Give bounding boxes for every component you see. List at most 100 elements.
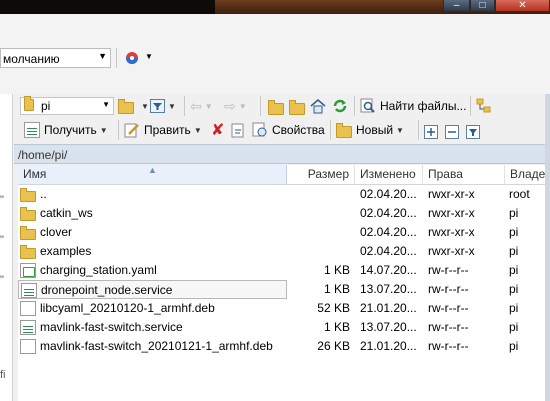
file-modified: 13.07.20... (360, 282, 417, 296)
toolbar-separator (354, 96, 355, 116)
file-rights: rw-r--r-- (428, 263, 469, 277)
column-header-size[interactable]: Размер (287, 165, 355, 184)
file-name: clover (40, 225, 73, 239)
close-button[interactable]: ✕ (495, 0, 550, 12)
chevron-down-icon: ▼ (99, 125, 108, 135)
home-directory-button[interactable] (310, 96, 326, 116)
file-size: 1 KB (323, 320, 350, 334)
file-row[interactable]: mavlink-fast-switch_20210121-1_armhf.deb… (18, 337, 550, 356)
file-row[interactable]: .. 02.04.20... rwxr-xr-x root (18, 185, 550, 204)
file-owner: pi (509, 282, 519, 296)
file-row[interactable]: libcyaml_20210120-1_armhf.deb 52 KB 21.01.… (18, 299, 550, 318)
minimize-button[interactable]: – (443, 0, 470, 12)
properties-button[interactable]: Свойства (252, 120, 325, 140)
chevron-down-icon: ▼ (396, 125, 404, 135)
remote-panel: pi ▼ ▼ ▼ ⇦ ▼ ⇨ ▼ Найти файлы... Получить… (14, 94, 550, 401)
column-header-rights[interactable]: Права (423, 165, 505, 184)
back-button[interactable]: ⇦ ▼ (190, 96, 213, 116)
remote-path-text: /home/pi/ (18, 148, 68, 162)
edit-button[interactable]: Править ▼ (124, 120, 202, 140)
rename-icon (231, 123, 244, 138)
file-name-cell: .. (18, 185, 287, 204)
tree-view-button[interactable] (476, 96, 492, 116)
home-icon (310, 99, 326, 114)
open-directory-button[interactable]: ▼ (118, 96, 149, 116)
column-header-modified[interactable]: Изменено (355, 165, 423, 184)
new-button[interactable]: Новый ▼ (336, 120, 404, 140)
file-row[interactable]: catkin_ws 02.04.20... rwxr-xr-x pi (18, 204, 550, 223)
file-size: 1 KB (323, 282, 350, 296)
filter-selection-button[interactable] (466, 122, 480, 142)
file-owner: pi (509, 320, 519, 334)
column-header-name[interactable]: ▲ Имя (18, 165, 287, 184)
file-row[interactable]: charging_station.yaml 1 KB 14.07.20... rw-r… (18, 261, 550, 280)
file-name-container: examples (20, 242, 91, 261)
file-modified: 02.04.20... (360, 244, 417, 258)
sort-ascending-icon: ▲ (148, 165, 157, 175)
file-name-cell: mavlink-fast-switch_20210121-1_armhf.deb (18, 337, 287, 356)
properties-label: Свойства (272, 123, 325, 137)
file-rights: rw-r--r-- (428, 301, 469, 315)
parent-directory-button[interactable] (268, 97, 288, 117)
download-button[interactable]: Получить ▼ (24, 120, 108, 140)
file-row[interactable]: dronepoint_node.service 1 KB 13.07.20... rw… (18, 280, 550, 299)
chevron-down-icon: ▼ (102, 100, 110, 109)
column-header-owner[interactable]: Владе (505, 165, 550, 184)
find-files-button[interactable]: Найти файлы... (360, 96, 466, 116)
chevron-down-icon: ▼ (145, 52, 153, 61)
file-name-container: mavlink-fast-switch_20210121-1_armhf.deb (20, 337, 273, 356)
local-panel-glyph: " (0, 274, 4, 286)
transfer-settings-select[interactable]: молчанию ▼ (0, 48, 111, 68)
file-name-container: charging_station.yaml (20, 261, 157, 280)
file-name-cell: libcyaml_20210120-1_armhf.deb (18, 299, 287, 318)
file-name: examples (40, 244, 92, 258)
file-size: 26 KB (317, 339, 350, 353)
parent-folder-icon (20, 187, 36, 202)
remote-path-select[interactable]: pi ▼ (20, 96, 114, 115)
delete-icon: ✘ (211, 122, 225, 139)
folder-icon (20, 206, 36, 221)
session-colors-button[interactable]: ▼ (123, 50, 153, 68)
new-folder-icon (336, 122, 352, 138)
forward-button[interactable]: ⇨ ▼ (224, 96, 247, 116)
chevron-down-icon: ▼ (168, 101, 176, 111)
filter-button[interactable]: ▼ (150, 96, 176, 116)
delete-button[interactable]: ✘ (211, 120, 224, 140)
file-name-container: dronepoint_node.service (21, 281, 172, 300)
local-panel-glyph: fi (0, 369, 6, 381)
chevron-down-icon: ▼ (98, 51, 107, 61)
file-rights: rwxr-xr-x (428, 187, 475, 201)
chevron-down-icon: ▼ (193, 125, 202, 135)
refresh-button[interactable] (332, 96, 348, 116)
file-modified: 02.04.20... (360, 225, 417, 239)
yaml-file-icon (20, 263, 36, 278)
maximize-button[interactable]: □ (470, 0, 495, 12)
file-icon (20, 339, 36, 354)
file-size: 52 KB (317, 301, 350, 315)
download-label: Получить (44, 123, 97, 137)
toolbar-separator (330, 120, 331, 140)
file-modified: 02.04.20... (360, 187, 417, 201)
chevron-down-icon: ▼ (141, 101, 149, 111)
file-row[interactable]: clover 02.04.20... rwxr-xr-x pi (18, 223, 550, 242)
file-name-container: catkin_ws (20, 204, 93, 223)
file-name-cell: catkin_ws (18, 204, 287, 223)
file-name: dronepoint_node.service (41, 283, 173, 297)
select-all-button[interactable] (424, 122, 438, 142)
file-name-container: libcyaml_20210120-1_armhf.deb (20, 299, 215, 318)
chevron-down-icon: ▼ (204, 101, 213, 111)
file-name: mavlink-fast-switch.service (40, 320, 183, 334)
folder-icon (20, 225, 36, 240)
rename-button[interactable] (231, 120, 247, 140)
root-directory-button[interactable] (289, 97, 309, 117)
file-row[interactable]: mavlink-fast-switch.service 1 KB 13.07.20.… (18, 318, 550, 337)
local-panel-glyph: " (0, 234, 4, 246)
folder-icon (24, 96, 34, 111)
remote-path-value: pi (41, 99, 51, 113)
edit-icon (124, 123, 139, 138)
file-name-container: .. (20, 185, 47, 204)
service-file-icon (20, 320, 36, 335)
file-name-cell: charging_station.yaml (18, 261, 287, 280)
deselect-button[interactable] (445, 122, 459, 142)
file-row[interactable]: examples 02.04.20... rwxr-xr-x pi (18, 242, 550, 261)
